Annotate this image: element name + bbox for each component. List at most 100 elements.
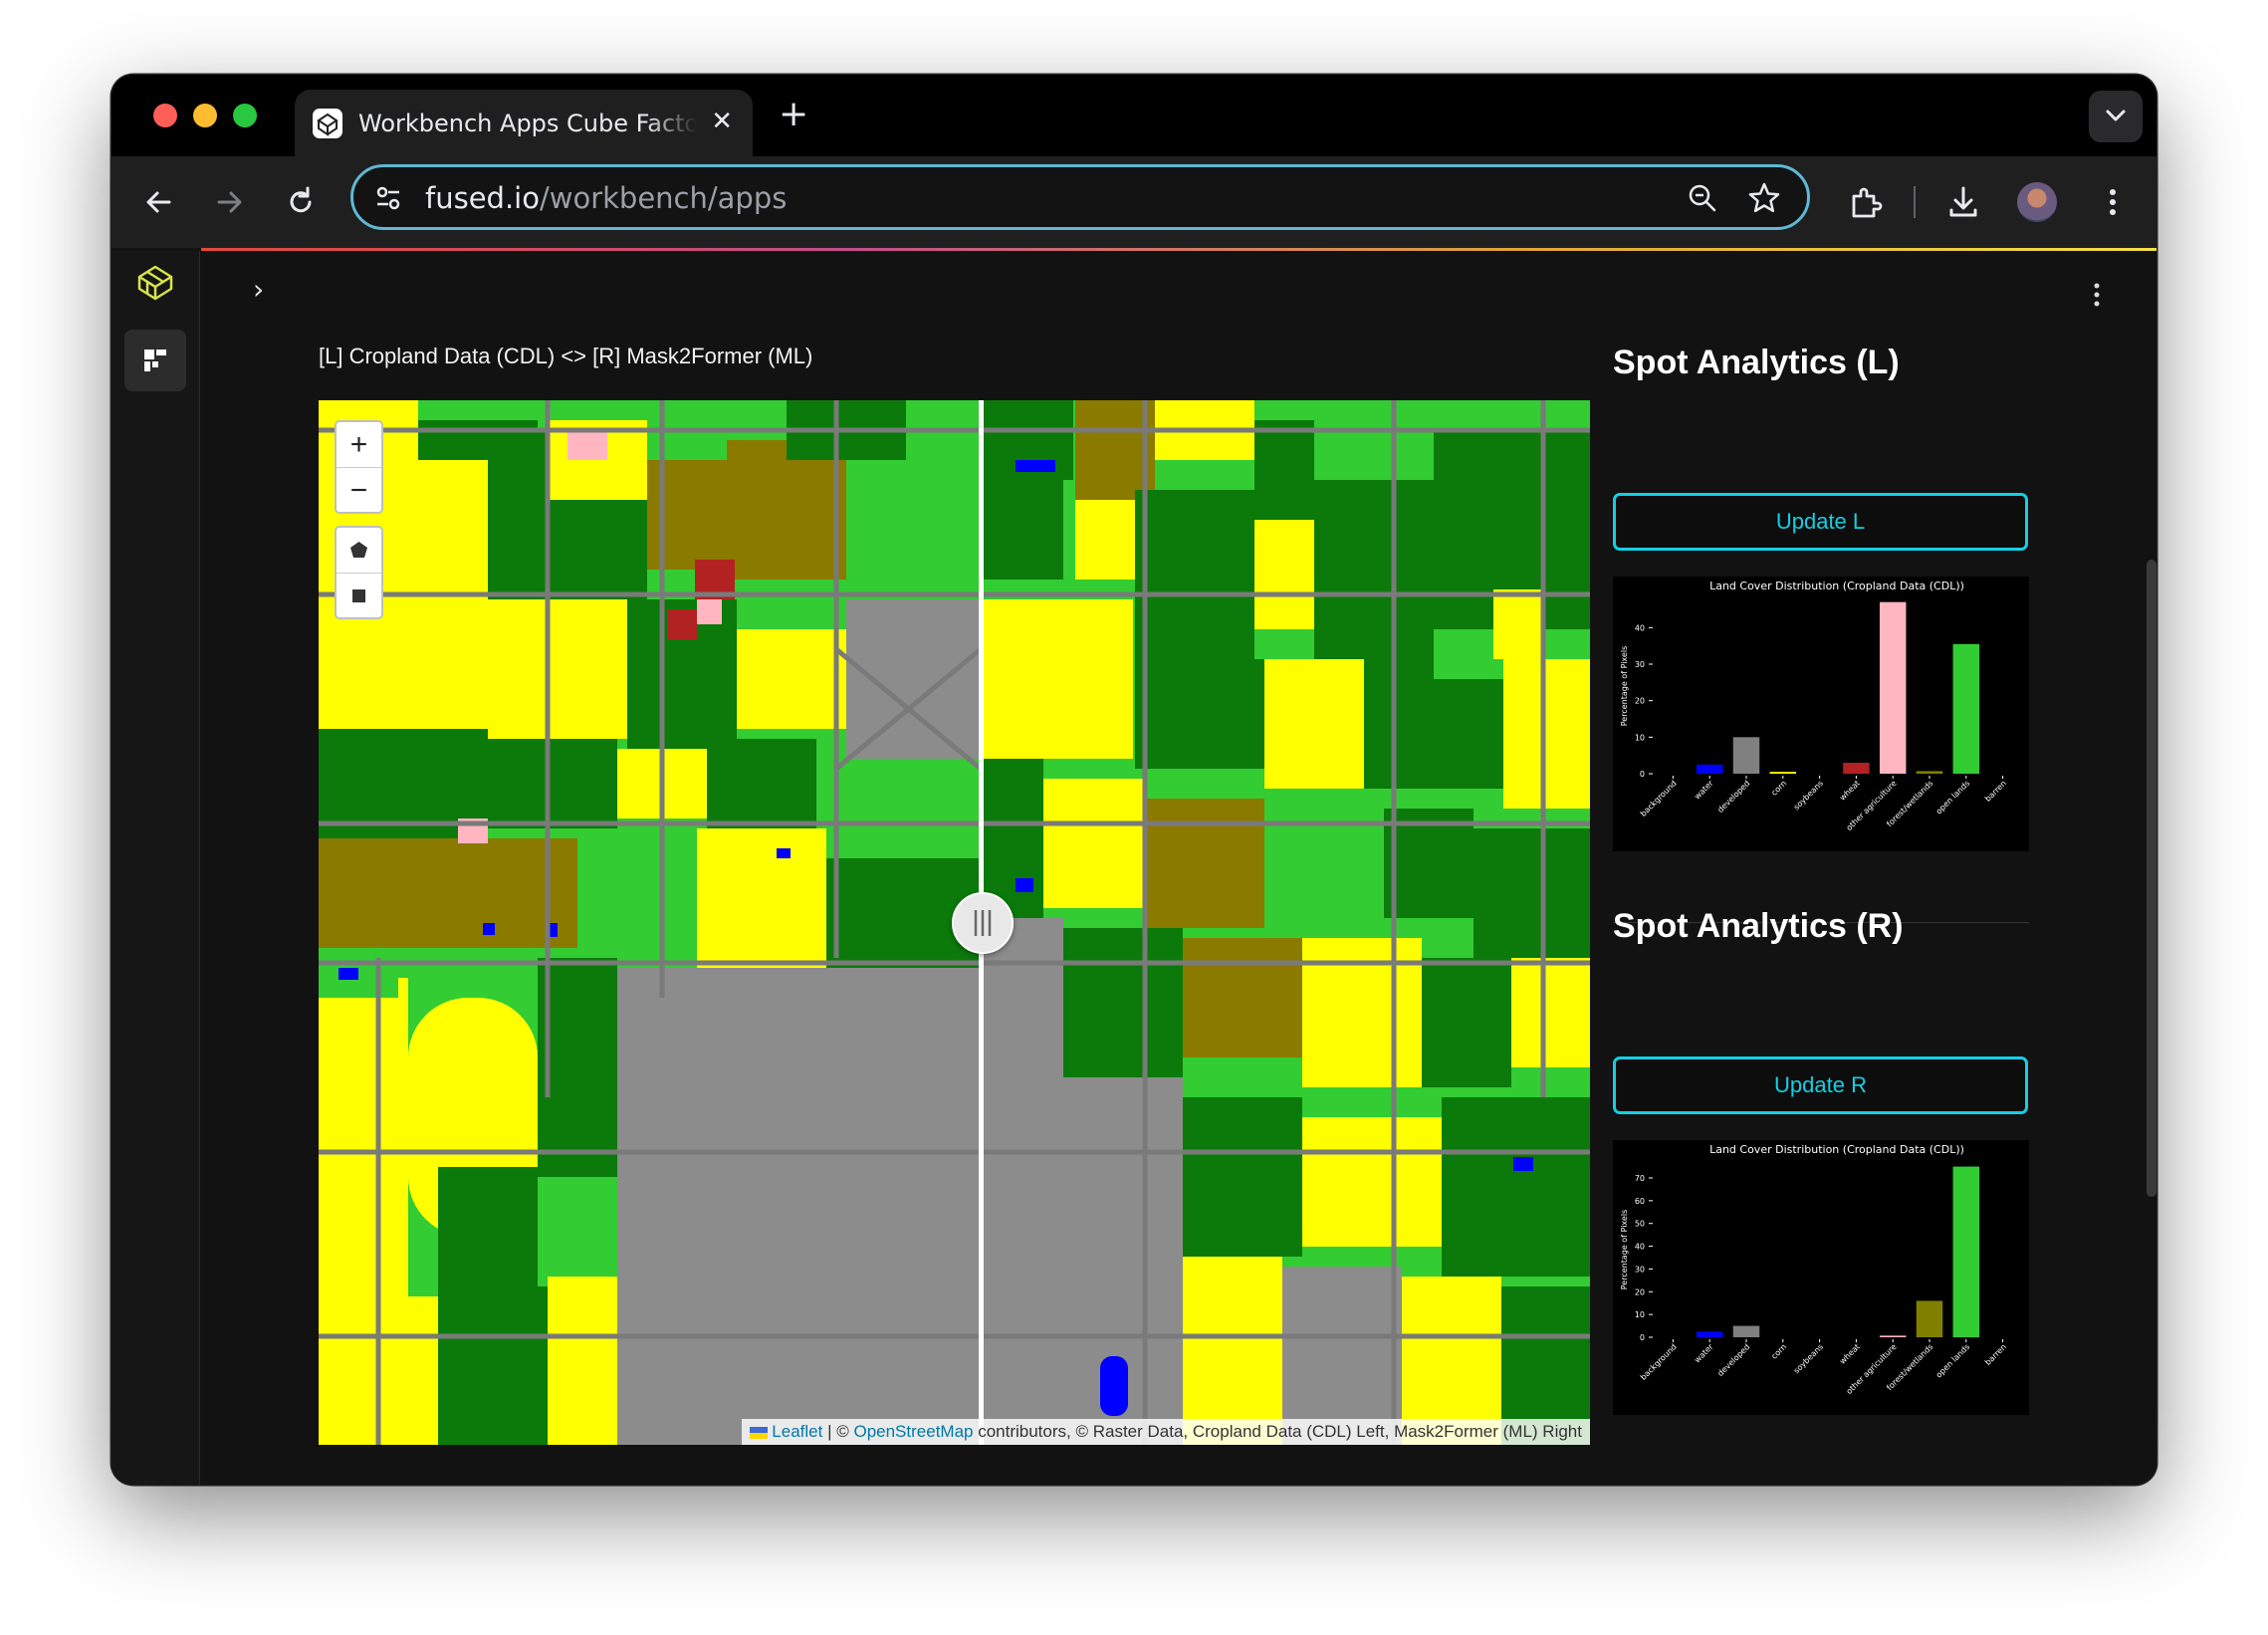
bar-wheat	[1843, 763, 1870, 774]
spot-analytics-right-title: Spot Analytics (R)	[1613, 907, 1904, 945]
y-tick-label: 40	[1635, 623, 1645, 632]
draw-rectangle-button[interactable]	[337, 574, 381, 617]
workbench-app: › [L] Cropland Data (CDL) <> [R] Mask2Fo…	[112, 251, 2156, 1485]
y-tick-label: 30	[1635, 1265, 1645, 1274]
tab-search-button[interactable]	[2089, 91, 2143, 142]
right-bar-chart: Land Cover Distribution (Cropland Data (…	[1620, 1143, 2008, 1396]
pentagon-icon	[350, 542, 367, 558]
zoom-icon[interactable]	[1686, 181, 1719, 215]
browser-tab[interactable]: Workbench Apps Cube Factory ✕	[295, 90, 753, 156]
x-tick-label: soybeans	[1792, 779, 1825, 812]
new-tab-button[interactable]: +	[779, 95, 808, 134]
bar-other-agriculture	[1879, 601, 1907, 774]
y-axis-label: Percentage of Pixels	[1620, 646, 1629, 726]
forward-arrow-icon[interactable]	[209, 182, 249, 222]
page-scrollbar[interactable]	[2147, 560, 2156, 1197]
bar-forest-wetlands	[1916, 771, 1943, 774]
close-window-button[interactable]	[153, 104, 177, 127]
reload-icon[interactable]	[281, 182, 321, 222]
left-rail	[112, 251, 200, 1485]
attribution-rest: contributors, © Raster Data, Cropland Da…	[973, 1422, 1582, 1441]
profile-avatar[interactable]	[2017, 182, 2057, 222]
extensions-icon[interactable]	[1846, 182, 1886, 222]
draw-toolbar	[335, 526, 383, 619]
y-tick-label: 20	[1635, 697, 1645, 706]
download-icon[interactable]	[1943, 182, 1983, 222]
spot-analytics-left-title: Spot Analytics (L)	[1613, 344, 1900, 381]
x-tick-label: open lands	[1934, 779, 1971, 816]
chart-title: Land Cover Distribution (Cropland Data (…	[1709, 1143, 1964, 1156]
bar-developed	[1732, 737, 1760, 774]
draw-polygon-button[interactable]	[337, 528, 381, 574]
url-text: fused.io/workbench/apps	[425, 181, 787, 215]
bookmark-star-icon[interactable]	[1747, 181, 1781, 215]
site-settings-icon[interactable]	[371, 181, 405, 215]
browser-menu-icon[interactable]	[2093, 182, 2133, 222]
address-bar[interactable]: fused.io/workbench/apps	[350, 164, 1810, 230]
tab-close-icon[interactable]: ✕	[711, 107, 733, 136]
drag-handle-icon	[974, 910, 992, 936]
y-tick-label: 20	[1635, 1287, 1645, 1296]
y-tick-label: 0	[1640, 1333, 1645, 1342]
x-tick-label: soybeans	[1792, 1342, 1825, 1375]
x-tick-label: corn	[1769, 779, 1788, 798]
fused-logo-icon[interactable]	[133, 261, 177, 305]
bar-water	[1696, 764, 1723, 774]
bar-other-agriculture	[1879, 1335, 1907, 1337]
x-tick-label: wheat	[1838, 1342, 1862, 1366]
swipe-handle[interactable]	[952, 892, 1014, 954]
y-tick-label: 0	[1640, 770, 1645, 779]
osm-link[interactable]: OpenStreetMap	[853, 1422, 973, 1441]
x-tick-label: developed	[1715, 779, 1751, 815]
y-tick-label: 60	[1635, 1197, 1645, 1206]
update-left-button[interactable]: Update L	[1613, 493, 2028, 551]
bar-corn	[1769, 772, 1797, 774]
y-tick-label: 40	[1635, 1243, 1645, 1252]
x-tick-label: barren	[1983, 1342, 2008, 1367]
x-tick-label: corn	[1769, 1342, 1788, 1361]
app-menu-icon[interactable]	[2091, 281, 2103, 309]
url-path: /workbench/apps	[539, 181, 788, 215]
zoom-control: + −	[335, 420, 383, 514]
browser-window: Workbench Apps Cube Factory ✕ + fused.io…	[112, 75, 2156, 1485]
browser-toolbar: fused.io/workbench/apps	[112, 156, 2156, 248]
update-right-button[interactable]: Update R	[1613, 1056, 2028, 1114]
toolbar-divider	[1914, 186, 1916, 218]
bar-developed	[1732, 1325, 1760, 1337]
zoom-out-button[interactable]: −	[337, 468, 381, 512]
map-attribution: Leaflet | © OpenStreetMap contributors, …	[741, 1419, 1590, 1445]
attribution-sep: | ©	[822, 1422, 854, 1441]
ukraine-flag-icon	[749, 1426, 768, 1439]
url-host: fused.io	[425, 181, 540, 215]
x-tick-label: wheat	[1838, 779, 1862, 803]
fused-favicon-icon	[313, 109, 342, 138]
map-title: [L] Cropland Data (CDL) <> [R] Mask2Form…	[319, 344, 813, 368]
x-tick-label: open lands	[1934, 1342, 1971, 1379]
y-tick-label: 10	[1635, 733, 1645, 742]
tab-strip: Workbench Apps Cube Factory ✕ +	[112, 75, 2156, 156]
x-tick-label: water	[1693, 1342, 1715, 1365]
zoom-in-button[interactable]: +	[337, 422, 381, 468]
maximize-window-button[interactable]	[233, 104, 257, 127]
x-tick-label: barren	[1983, 779, 2008, 804]
expand-sidebar-icon[interactable]: ›	[253, 275, 264, 305]
chart-title: Land Cover Distribution (Cropland Data (…	[1709, 580, 1964, 592]
leaflet-link[interactable]: Leaflet	[772, 1422, 822, 1441]
x-tick-label: water	[1693, 779, 1715, 802]
right-chart: Land Cover Distribution (Cropland Data (…	[1613, 1140, 2029, 1415]
bar-open-lands	[1952, 1166, 1980, 1337]
y-tick-label: 70	[1635, 1174, 1645, 1183]
back-arrow-icon[interactable]	[139, 182, 179, 222]
y-tick-label: 10	[1635, 1310, 1645, 1319]
tab-title: Workbench Apps Cube Factory	[358, 110, 697, 137]
y-tick-label: 30	[1635, 660, 1645, 669]
y-tick-label: 50	[1635, 1220, 1645, 1229]
minimize-window-button[interactable]	[193, 104, 217, 127]
bar-water	[1696, 1331, 1723, 1337]
left-bar-chart: Land Cover Distribution (Cropland Data (…	[1620, 580, 2008, 832]
bar-forest-wetlands	[1916, 1300, 1943, 1337]
swipe-map[interactable]: + − Leaflet | © OpenStreetMap contributo…	[319, 400, 1590, 1445]
apps-nav-button[interactable]	[124, 330, 186, 391]
x-tick-label: developed	[1715, 1342, 1751, 1378]
square-icon	[352, 589, 365, 602]
